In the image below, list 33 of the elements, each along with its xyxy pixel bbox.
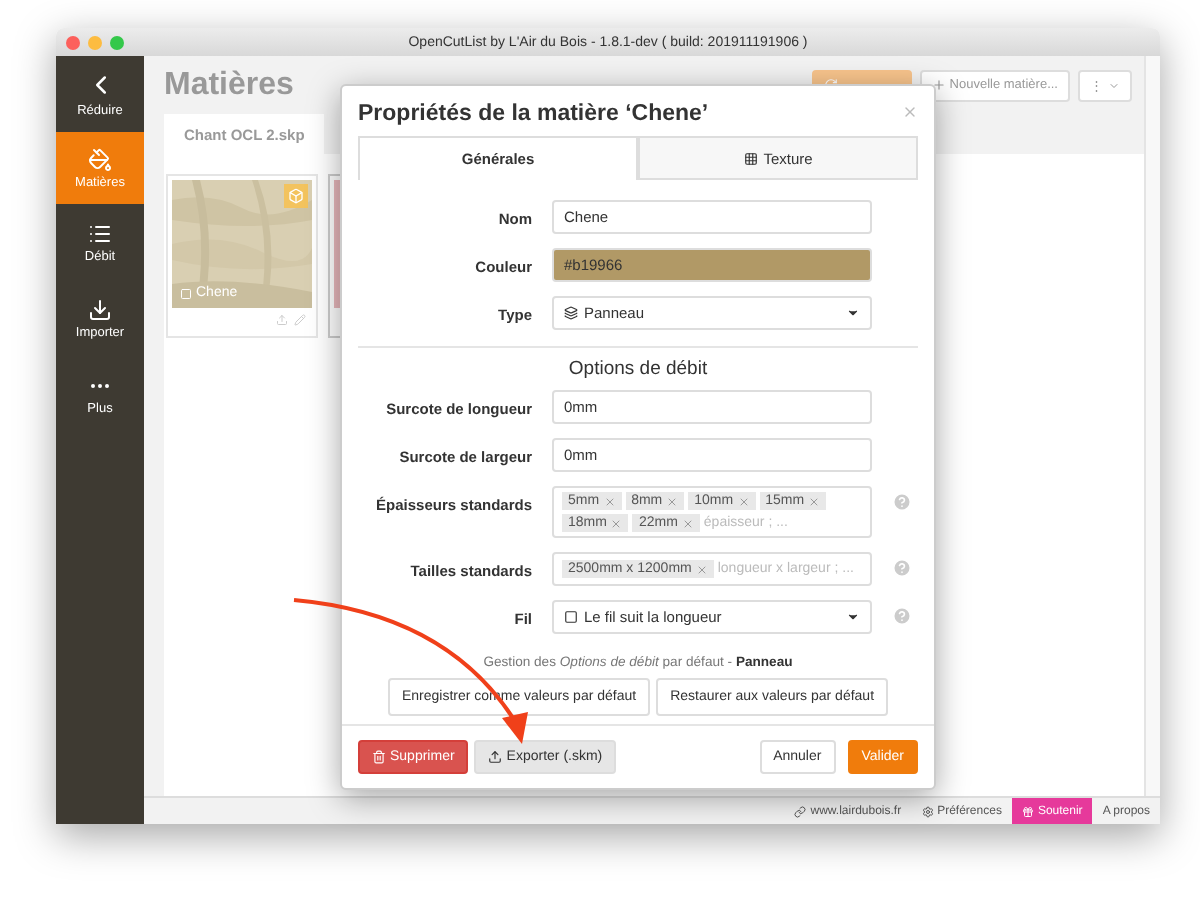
close-button[interactable] [902, 103, 918, 119]
box-icon [284, 184, 308, 208]
close-window-button[interactable] [66, 35, 80, 49]
export-icon[interactable] [276, 314, 288, 326]
link-icon [794, 805, 807, 817]
remove-icon[interactable] [666, 495, 679, 507]
section-title: Options de débit [566, 358, 710, 380]
caret-icon [846, 610, 860, 624]
zoom-window-button[interactable] [110, 35, 124, 49]
caret-icon [1108, 79, 1120, 91]
remove-icon[interactable] [603, 495, 616, 507]
remove-icon[interactable] [737, 495, 750, 507]
grain-icon [564, 610, 578, 624]
remove-icon[interactable] [695, 563, 708, 575]
scrollbar[interactable] [1144, 56, 1160, 796]
import-icon [88, 297, 112, 321]
settings-icon [921, 805, 934, 817]
remove-icon[interactable] [610, 517, 623, 529]
texture-icon [743, 151, 758, 165]
plus-icon [931, 78, 946, 92]
gift-icon [1021, 805, 1034, 817]
edit-icon[interactable] [294, 314, 306, 326]
remove-icon[interactable] [808, 495, 821, 507]
layers-icon [564, 306, 578, 320]
dialog-title: Propriétés de la matière ‘Chene’ [358, 102, 709, 126]
export-icon [488, 750, 503, 764]
remove-icon[interactable] [681, 517, 694, 529]
minimize-window-button[interactable] [88, 35, 102, 49]
square-icon [180, 287, 192, 299]
trash-icon [372, 750, 386, 764]
caret-icon [846, 306, 860, 320]
page-title: Matières [164, 67, 294, 103]
paint-bucket-icon [88, 147, 112, 171]
